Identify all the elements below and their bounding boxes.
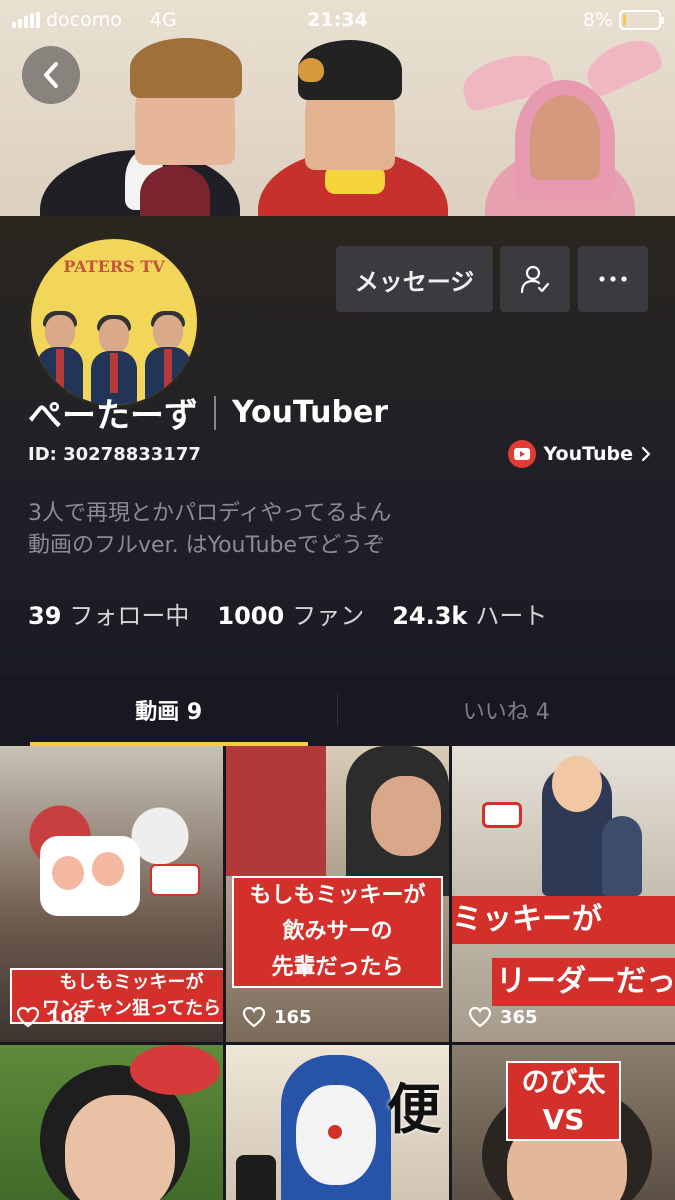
like-count-value: 365: [500, 1006, 538, 1028]
message-button[interactable]: メッセージ: [336, 246, 493, 312]
video-caption: リーダーだっ: [496, 964, 675, 999]
tab-likes[interactable]: いいね 4: [338, 674, 675, 746]
profile-name: ぺーたーず: [28, 396, 198, 436]
like-count: 165: [242, 1006, 312, 1028]
video-caption: 便: [387, 1078, 441, 1141]
following-stat[interactable]: 39 フォロー中: [28, 596, 189, 631]
heart-icon: [468, 1006, 492, 1028]
hearts-stat: 24.3k ハート: [392, 596, 547, 631]
content-tabs: 動画 9 いいね 4: [0, 674, 675, 746]
like-count: 365: [468, 1006, 538, 1028]
heart-icon: [16, 1006, 40, 1028]
youtube-icon: [507, 440, 536, 468]
avatar[interactable]: PATERS TV: [28, 236, 200, 408]
like-count: 108: [16, 1006, 86, 1028]
video-thumbnail[interactable]: 便: [226, 1045, 449, 1200]
hearts-count: 24.3k: [392, 602, 468, 630]
status-bar: docomo 4G 21:34 8%: [0, 0, 675, 40]
video-caption: VS: [542, 1103, 585, 1136]
like-count-value: 108: [48, 1006, 86, 1028]
youtube-link[interactable]: YouTube: [507, 440, 651, 468]
video-caption: のび太: [521, 1065, 606, 1098]
youtube-link-label: YouTube: [543, 443, 633, 465]
video-caption: ミッキーが: [452, 902, 602, 937]
avatar-text: PATERS TV: [63, 257, 165, 276]
hearts-label: ハート: [475, 602, 548, 630]
heart-icon: [242, 1006, 266, 1028]
profile-section: PATERS TV メッセージ ぺーたーず YouTuber ID: 30278…: [0, 216, 675, 674]
fans-stat[interactable]: 1000 ファン: [217, 596, 364, 631]
video-caption: 先輩だったら: [271, 955, 404, 980]
fans-label: ファン: [292, 602, 365, 630]
video-caption: 飲みサーの: [282, 919, 393, 944]
following-count: 39: [28, 602, 62, 630]
video-thumbnail[interactable]: もしもミッキーが 飲みサーの 先輩だったら 165: [226, 746, 449, 1042]
profile-stats: 39 フォロー中 1000 ファン 24.3k ハート: [28, 596, 547, 631]
video-grid: もしもミッキーが ワンチャン狙ってたら 108 もしもミッキーが 飲みサーの 先…: [0, 746, 675, 1042]
profile-bio: 3人で再現とかパロディやってるよん 動画のフルver. はYouTubeでどうぞ: [28, 498, 391, 562]
video-thumbnail[interactable]: [0, 1045, 223, 1200]
bio-line: 動画のフルver. はYouTubeでどうぞ: [28, 533, 386, 558]
chevron-left-icon: [44, 62, 58, 88]
back-button[interactable]: [22, 46, 80, 104]
battery-percent: 8%: [582, 9, 613, 31]
ellipsis-icon: [599, 276, 627, 282]
user-check-icon: [520, 265, 550, 294]
video-thumbnail[interactable]: もしもミッキーが ワンチャン狙ってたら 108: [0, 746, 223, 1042]
chevron-right-icon: [641, 446, 651, 462]
clock: 21:34: [307, 9, 368, 31]
profile-name-row: ぺーたーず YouTuber: [28, 388, 388, 437]
follow-button[interactable]: [500, 246, 570, 312]
more-button[interactable]: [578, 246, 648, 312]
video-thumbnail[interactable]: のび太 VS: [452, 1045, 675, 1200]
following-label: フォロー中: [69, 602, 190, 630]
video-caption: もしもミッキーが: [249, 883, 426, 908]
video-thumbnail[interactable]: ミッキーが リーダーだっ 365: [452, 746, 675, 1042]
video-caption: もしもミッキーが: [59, 972, 204, 993]
battery-icon: [619, 10, 664, 30]
fans-count: 1000: [217, 602, 285, 630]
profile-id: ID: 30278833177: [28, 444, 201, 465]
name-divider: [214, 395, 216, 430]
bio-line: 3人で再現とかパロディやってるよん: [28, 501, 392, 526]
profile-role: YouTuber: [232, 395, 389, 430]
like-count-value: 165: [274, 1006, 312, 1028]
video-grid-row-2: 便 のび太 VS: [0, 1045, 675, 1200]
tab-videos[interactable]: 動画 9: [0, 674, 338, 746]
